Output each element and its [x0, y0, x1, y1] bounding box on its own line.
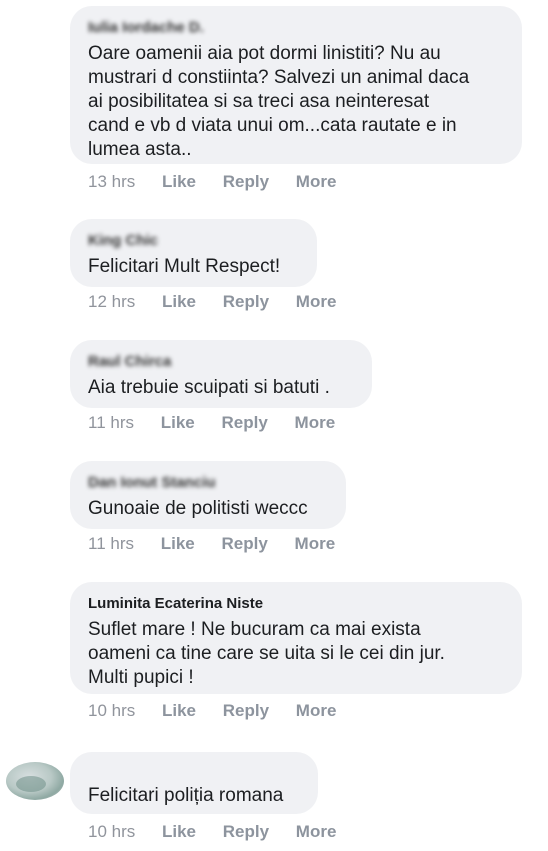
comment-author[interactable]: Dan Ionut Stanciu — [88, 473, 328, 493]
comment-bubble: Raul Chirca Aia trebuie scuipati si batu… — [70, 340, 372, 408]
comment-actions: 10 hrs Like Reply More — [88, 821, 358, 843]
reply-button[interactable]: Reply — [222, 412, 268, 434]
comment-bubble: King Chic Felicitari Mult Respect! — [70, 219, 317, 287]
more-button[interactable]: More — [295, 533, 336, 555]
comment-actions: 11 hrs Like Reply More — [88, 533, 357, 555]
avatar[interactable] — [6, 762, 64, 800]
more-button[interactable]: More — [296, 171, 337, 193]
reply-button[interactable]: Reply — [223, 821, 269, 843]
comment-timestamp[interactable]: 10 hrs — [88, 821, 135, 843]
comment-actions: 10 hrs Like Reply More — [88, 700, 358, 722]
like-button[interactable]: Like — [161, 412, 195, 434]
more-button[interactable]: More — [296, 821, 337, 843]
comment-bubble: Luminita Ecaterina Niste Suflet mare ! N… — [70, 582, 522, 694]
like-button[interactable]: Like — [162, 291, 196, 313]
reply-button[interactable]: Reply — [222, 533, 268, 555]
comment-text: Suflet mare ! Ne bucuram ca mai exista o… — [88, 619, 445, 688]
reply-button[interactable]: Reply — [223, 291, 269, 313]
comment-bubble: Felicitari poliția romana — [70, 752, 318, 814]
comment-timestamp[interactable]: 11 hrs — [88, 412, 134, 434]
comment-bubble: Dan Ionut Stanciu Gunoaie de politisti w… — [70, 461, 346, 529]
reply-button[interactable]: Reply — [223, 700, 269, 722]
like-button[interactable]: Like — [162, 171, 196, 193]
comment-text: Aia trebuie scuipati si batuti . — [88, 377, 330, 398]
comment-author[interactable]: Raul Chirca — [88, 352, 354, 372]
comment-timestamp[interactable]: 11 hrs — [88, 533, 134, 555]
comment-text: Gunoaie de politisti weccc — [88, 498, 308, 519]
avatar-image — [16, 776, 46, 792]
comment-text: Felicitari Mult Respect! — [88, 256, 281, 277]
comment-author[interactable]: Luminita Ecaterina Niste — [88, 594, 504, 614]
like-button[interactable]: Like — [162, 821, 196, 843]
comment-actions: 11 hrs Like Reply More — [88, 412, 357, 434]
more-button[interactable]: More — [296, 700, 337, 722]
comment-actions: 13 hrs Like Reply More — [88, 171, 358, 193]
more-button[interactable]: More — [296, 291, 337, 313]
comment-timestamp[interactable]: 13 hrs — [88, 171, 135, 193]
comment-author[interactable]: Iulia Iordache D. — [88, 18, 504, 38]
comment-actions: 12 hrs Like Reply More — [88, 291, 358, 313]
more-button[interactable]: More — [295, 412, 336, 434]
comment-text: Felicitari poliția romana — [88, 785, 284, 806]
comment-timestamp[interactable]: 12 hrs — [88, 291, 135, 313]
like-button[interactable]: Like — [162, 700, 196, 722]
comment-bubble: Iulia Iordache D. Oare oamenii aia pot d… — [70, 6, 522, 164]
comment-author[interactable]: King Chic — [88, 231, 299, 251]
like-button[interactable]: Like — [161, 533, 195, 555]
reply-button[interactable]: Reply — [223, 171, 269, 193]
comment-timestamp[interactable]: 10 hrs — [88, 700, 135, 722]
comment-text: Oare oamenii aia pot dormi linistiti? Nu… — [88, 43, 470, 160]
